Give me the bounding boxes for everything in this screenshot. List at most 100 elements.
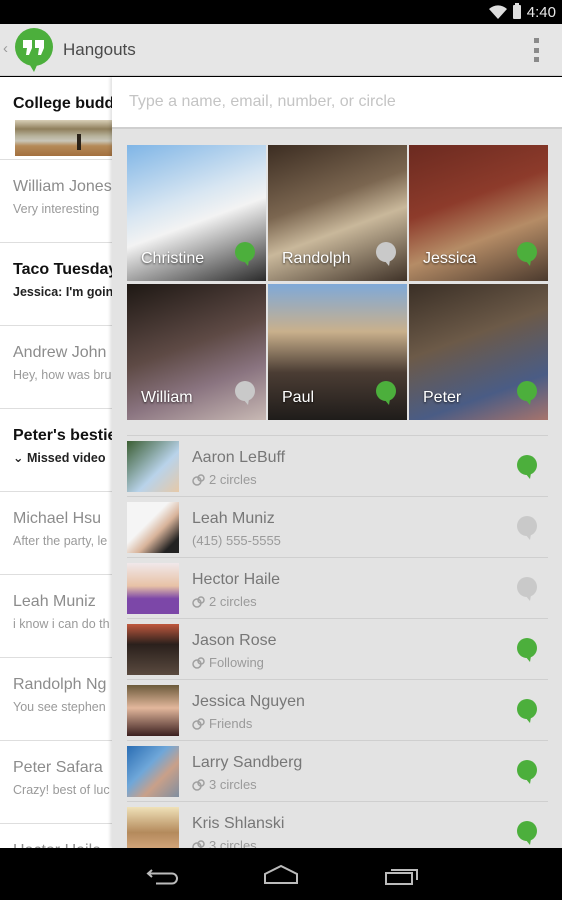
conversation-photo [15,120,112,156]
favorites-grid: Christine Randolph Jessica William Paul Peter [127,145,548,420]
contact-row[interactable]: Leah Muniz (415) 555-5555 [127,496,548,557]
missed-call-icon: ⌄ [13,451,27,465]
contact-name: Leah Muniz [192,510,275,527]
navigation-bar [0,848,562,900]
conversation-list: College budd William Jones Very interest… [0,77,112,848]
contact-search-input[interactable] [129,93,549,111]
conversation-item[interactable]: Leah Muniz i know i can do th [0,575,112,658]
online-status-icon [234,242,256,271]
conversation-item[interactable]: College budd [0,77,112,160]
favorite-tile[interactable]: Christine [127,145,266,281]
conversation-name: Andrew John [13,344,107,361]
contact-subtitle: 3 circles [209,777,257,792]
circles-icon [192,717,205,730]
contact-avatar [127,563,179,614]
conversation-item[interactable]: Peter's bestie ⌄ Missed video [0,409,112,492]
conversation-name: Peter Safara [13,759,103,776]
contact-row[interactable]: Jason Rose Following [127,618,548,679]
favorite-name: Peter [423,389,462,406]
contact-avatar [127,624,179,675]
contact-name: Jason Rose [192,632,277,649]
conversation-item[interactable]: William Jones Very interesting [0,160,112,243]
contact-subtitle: 3 circles [209,838,257,848]
favorite-name: William [141,389,193,406]
conversation-name: Peter's bestie [13,427,112,444]
contact-row[interactable]: Aaron LeBuff 2 circles [127,435,548,496]
contact-name: Kris Shlanski [192,815,285,832]
favorite-tile[interactable]: Randolph [268,145,407,281]
conversation-name: Taco Tuesday [13,261,112,278]
circles-icon [192,778,205,791]
favorite-name: Paul [282,389,315,406]
conversation-message: Jessica: I'm goin [13,285,112,299]
conversation-name: College budd [13,95,112,112]
app-title: Hangouts [63,40,136,59]
conversation-item[interactable]: Hector Haile [0,824,112,848]
conversation-message: You see stephen [13,700,106,714]
conversation-item[interactable]: Peter Safara Crazy! best of luc [0,741,112,824]
circles-icon [192,595,205,608]
contact-avatar [127,746,179,797]
online-status-icon[interactable] [516,638,538,667]
contact-subtitle: Friends [209,716,253,731]
contact-name: Jessica Nguyen [192,693,305,710]
overflow-menu-icon[interactable] [532,38,540,62]
conversation-message: Missed video [26,451,106,465]
conversation-name: Hector Haile [13,841,112,848]
hangouts-logo-icon[interactable] [14,28,54,72]
contact-row[interactable]: Jessica Nguyen Friends [127,679,548,740]
status-time: 4:40 [526,3,556,21]
favorite-tile[interactable]: William [127,284,266,420]
contact-avatar [127,502,179,553]
wifi-icon [488,5,507,19]
contact-picker-panel: Christine Randolph Jessica William Paul Peter… [112,77,562,848]
contact-name: Larry Sandberg [192,754,303,771]
conversation-name: William Jones [13,178,112,195]
favorite-tile[interactable]: Paul [268,284,407,420]
conversation-item[interactable]: Taco Tuesday Jessica: I'm goin [0,243,112,326]
favorite-name: Randolph [282,250,351,267]
recent-apps-icon[interactable] [382,862,422,888]
favorite-name: Jessica [423,250,477,267]
home-icon[interactable] [261,862,301,888]
conversation-item[interactable]: Randolph Ng You see stephen [0,658,112,741]
contact-avatar [127,441,179,492]
offline-status-icon [234,381,256,410]
offline-status-icon[interactable] [516,516,538,545]
online-status-icon [516,381,538,410]
favorite-tile[interactable]: Peter [409,284,548,420]
favorite-name: Christine [141,250,205,267]
up-caret-icon[interactable]: ‹ [3,40,8,57]
conversation-message: i know i can do th [13,617,110,631]
contact-avatar [127,685,179,736]
online-status-icon[interactable] [516,699,538,728]
contact-row[interactable]: Kris Shlanski 3 circles [127,801,548,848]
online-status-icon[interactable] [516,455,538,484]
action-bar: ‹ Hangouts [0,24,562,76]
status-bar: 4:40 [0,0,562,24]
online-status-icon[interactable] [516,821,538,848]
favorite-tile[interactable]: Jessica [409,145,548,281]
circles-icon [192,473,205,486]
circles-icon [192,839,205,848]
battery-icon [512,3,521,19]
contact-row[interactable]: Hector Haile 2 circles [127,557,548,618]
conversation-name: Leah Muniz [13,593,96,610]
offline-status-icon[interactable] [516,577,538,606]
circles-icon [192,656,205,669]
conversation-name: Randolph Ng [13,676,107,693]
contact-avatar [127,807,179,848]
contact-row[interactable]: Larry Sandberg 3 circles [127,740,548,801]
contact-subtitle: (415) 555-5555 [192,533,281,548]
contact-subtitle: Following [209,655,264,670]
conversation-item[interactable]: Michael Hsu After the party, le [0,492,112,575]
conversation-message: After the party, le [13,534,108,548]
contact-name: Aaron LeBuff [192,449,286,466]
conversation-item[interactable]: Andrew John Hey, how was bru [0,326,112,409]
online-status-icon [375,381,397,410]
back-icon[interactable] [142,862,182,888]
contact-list: Aaron LeBuff 2 circles Leah Muniz (415) 555… [127,435,548,848]
conversation-message: Hey, how was bru [13,368,112,382]
conversation-message: Crazy! best of luc [13,783,110,797]
online-status-icon[interactable] [516,760,538,789]
